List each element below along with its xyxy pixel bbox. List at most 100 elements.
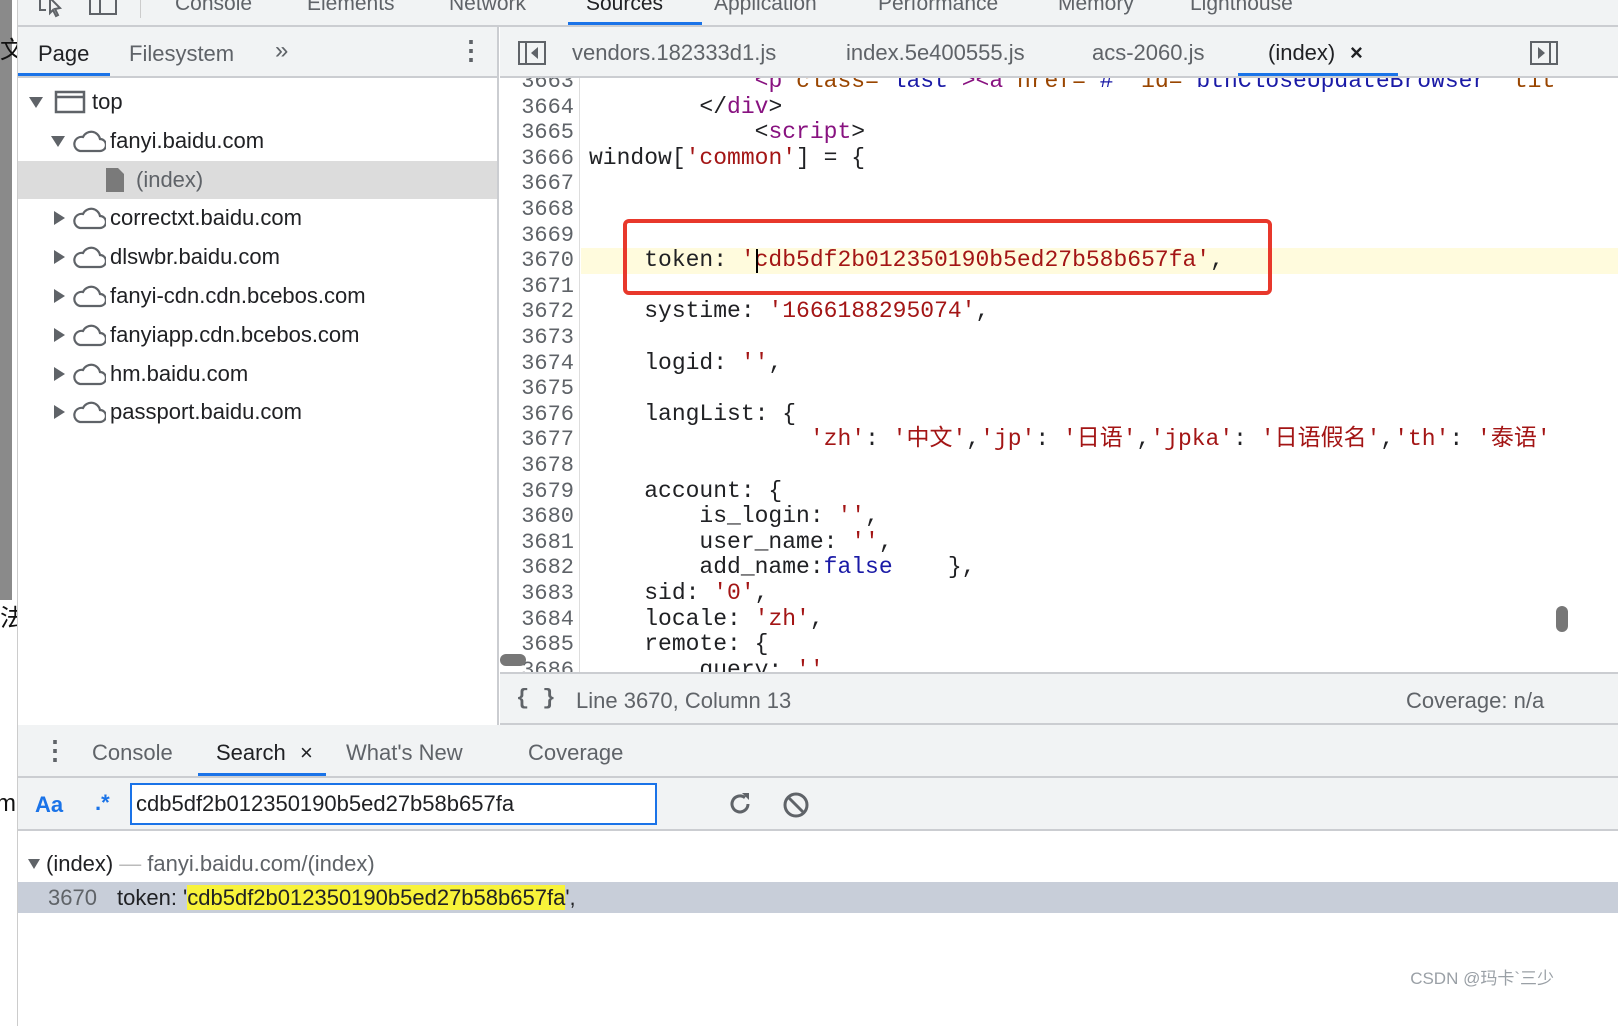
tab-lighthouse[interactable]: Lighthouse	[1190, 0, 1293, 16]
code-line[interactable]: </div>	[589, 93, 782, 121]
expand-triangle-icon[interactable]	[29, 97, 43, 108]
line-number[interactable]: 3668	[500, 197, 574, 223]
code-editor[interactable]: 3663 3664 3665 3666 3667 3668 3669 3670 3671 3672…	[500, 78, 1618, 672]
horizontal-scrollbar[interactable]	[500, 654, 526, 666]
close-icon[interactable]: ×	[1350, 40, 1363, 66]
tab-filesystem[interactable]: Filesystem	[129, 41, 234, 67]
collapse-triangle-icon[interactable]	[54, 211, 65, 226]
code-line[interactable]: 'zh': '中文','jp': '日语','jpka': '日语假名','th…	[589, 427, 1551, 453]
tab-memory[interactable]: Memory	[1058, 0, 1134, 16]
match-case-toggle[interactable]: Aa	[35, 792, 63, 818]
tab-coverage[interactable]: Coverage	[528, 740, 623, 766]
refresh-icon[interactable]	[727, 791, 753, 817]
line-number[interactable]: 3663	[500, 78, 574, 95]
code-line[interactable]: logid: '',	[589, 350, 782, 377]
code-token: ,	[754, 580, 769, 606]
code-line[interactable]: sid: '0',	[589, 580, 769, 607]
line-number[interactable]: 3666	[500, 146, 574, 172]
code-line[interactable]: add_name:false },	[589, 555, 975, 581]
chevron-double-right-icon[interactable]: »	[275, 37, 288, 65]
line-number[interactable]: 3665	[500, 120, 574, 146]
code-line[interactable]: is_login: '',	[589, 503, 878, 530]
collapse-triangle-icon[interactable]	[54, 405, 65, 420]
tree-item[interactable]: passport.baidu.com	[18, 393, 497, 431]
toggle-navigator-icon[interactable]	[518, 41, 546, 65]
line-number[interactable]: 3674	[500, 351, 574, 377]
editor-tab[interactable]: vendors.182333d1.js	[572, 40, 776, 66]
regex-toggle[interactable]: .*	[95, 790, 110, 816]
line-number[interactable]: 3667	[500, 171, 574, 197]
search-input[interactable]	[130, 783, 657, 825]
collapse-triangle-icon[interactable]	[54, 250, 65, 265]
tree-item-label: fanyiapp.cdn.bcebos.com	[110, 321, 360, 347]
line-number[interactable]: 3683	[500, 581, 574, 607]
line-number[interactable]: 3664	[500, 95, 574, 121]
collapse-triangle-icon[interactable]	[54, 289, 65, 303]
close-icon[interactable]: ×	[300, 740, 313, 766]
device-toolbar-icon[interactable]	[88, 0, 118, 18]
inspect-element-icon[interactable]	[38, 0, 68, 18]
tree-item[interactable]: top	[18, 83, 497, 121]
tree-item[interactable]: fanyi.baidu.com	[18, 122, 497, 160]
tab-elements[interactable]: Elements	[307, 0, 395, 16]
collapse-triangle-icon[interactable]	[54, 327, 65, 342]
more-options-icon[interactable]: ⋮	[458, 35, 484, 66]
code-line[interactable]: query: ''	[589, 657, 823, 672]
line-number[interactable]: 3673	[500, 325, 574, 351]
editor-tab[interactable]: index.5e400555.js	[846, 40, 1025, 66]
editor-tab[interactable]: (index)	[1268, 40, 1335, 66]
tab-application[interactable]: Application	[714, 0, 817, 16]
line-number[interactable]: 3677	[500, 427, 574, 453]
tree-item[interactable]: fanyiapp.cdn.bcebos.com	[18, 316, 497, 354]
line-number[interactable]: 3672	[500, 299, 574, 325]
editor-tab[interactable]: acs-2060.js	[1092, 40, 1205, 66]
tab-console[interactable]: Console	[175, 0, 252, 16]
tab-network[interactable]: Network	[449, 0, 526, 16]
search-result-row[interactable]: 3670 token: 'cdb5df2b012350190b5ed27b58b…	[18, 882, 1618, 913]
code-token: ,	[975, 298, 990, 325]
line-number[interactable]: 3678	[500, 453, 574, 479]
code-line[interactable]: langList: {	[589, 401, 796, 428]
tree-item[interactable]: dlswbr.baidu.com	[18, 238, 497, 276]
tab-whats-new[interactable]: What's New	[346, 740, 463, 766]
line-number[interactable]: 3675	[500, 376, 574, 402]
code-line[interactable]: window['common'] = {	[589, 145, 865, 172]
line-number[interactable]: 3670	[500, 248, 574, 274]
toggle-debugger-icon[interactable]	[1530, 41, 1558, 65]
line-number[interactable]: 3681	[500, 530, 574, 556]
tab-console[interactable]: Console	[92, 740, 173, 766]
line-number[interactable]: 3680	[500, 504, 574, 530]
vertical-scrollbar[interactable]	[1556, 606, 1568, 632]
tab-page[interactable]: Page	[38, 41, 89, 67]
result-file-header[interactable]: (index) — fanyi.baidu.com/(index)	[28, 851, 375, 877]
expand-triangle-icon[interactable]	[51, 135, 65, 147]
line-number[interactable]: 3684	[500, 607, 574, 633]
code-line[interactable]: locale: 'zh',	[589, 606, 823, 633]
code-line[interactable]: <p class="last"><a href="#" id="btnClose…	[589, 78, 1556, 95]
code-line[interactable]: user_name: '',	[589, 529, 892, 556]
line-number[interactable]: 3669	[500, 223, 574, 249]
code-line[interactable]: <script>	[589, 119, 865, 146]
code-line[interactable]: remote: {	[589, 631, 768, 658]
tab-performance[interactable]: Performance	[878, 0, 998, 16]
tab-sources[interactable]: Sources	[586, 0, 663, 16]
tree-item[interactable]: (index)	[18, 160, 497, 199]
line-number[interactable]: 3682	[500, 555, 574, 581]
tree-item[interactable]: hm.baidu.com	[18, 355, 497, 393]
tab-search[interactable]: Search	[216, 740, 286, 766]
clear-icon[interactable]	[782, 791, 810, 819]
line-number[interactable]: 3679	[500, 479, 574, 505]
code-token: div	[727, 93, 769, 120]
code-line[interactable]: account: {	[589, 478, 782, 505]
expand-triangle-icon[interactable]	[28, 859, 40, 869]
collapse-triangle-icon[interactable]	[54, 366, 65, 381]
code-token: ,	[966, 426, 981, 453]
pretty-print-icon[interactable]: { }	[516, 686, 556, 711]
drawer-menu-icon[interactable]: ⋮	[42, 735, 68, 766]
line-number[interactable]: 3671	[500, 274, 574, 300]
code-line[interactable]: systime: '1666188295074',	[589, 299, 989, 325]
line-number[interactable]: 3676	[500, 402, 574, 428]
tree-item[interactable]: fanyi-cdn.cdn.bcebos.com	[18, 277, 497, 315]
tree-item[interactable]: correctxt.baidu.com	[18, 199, 497, 237]
